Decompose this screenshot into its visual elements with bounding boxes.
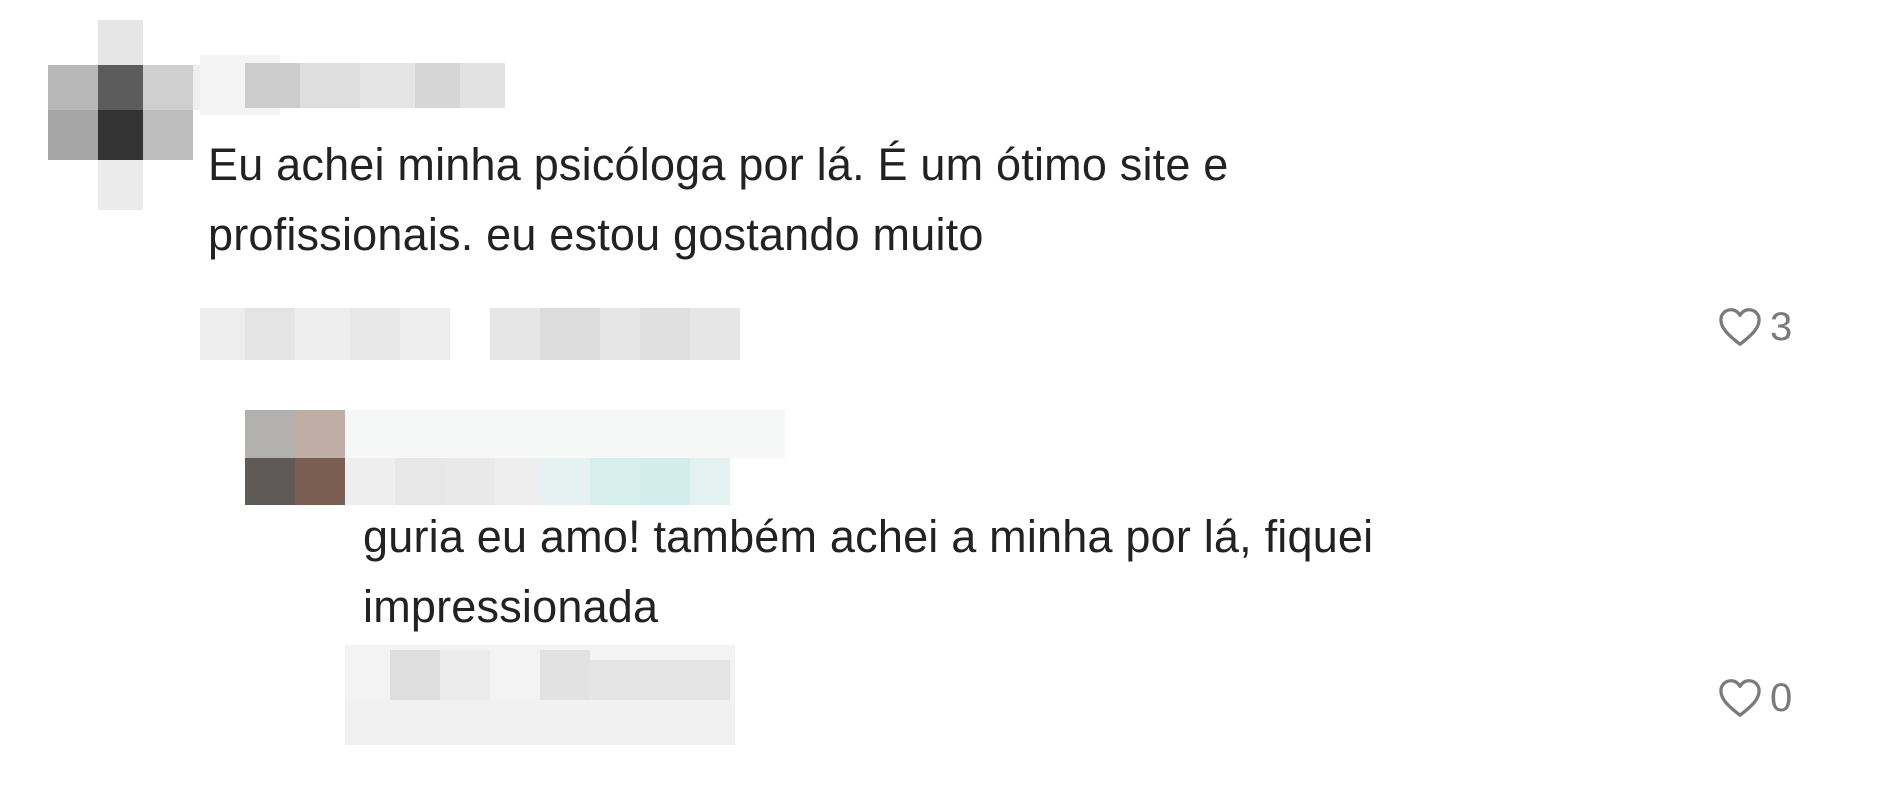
like-button[interactable]: 0 [1718,678,1792,718]
comment-text-line: guria eu amo! também achei a minha por l… [363,511,1374,562]
heart-icon[interactable] [1718,307,1762,347]
like-count: 0 [1770,676,1793,720]
like-button[interactable]: 3 [1718,307,1792,347]
comment-text-line: impressionada [363,581,659,632]
username[interactable] [345,410,785,505]
comment-text: guria eu amo! também achei a minha por l… [363,502,1373,642]
heart-icon[interactable] [1718,678,1762,718]
avatar[interactable] [48,20,213,210]
comment-meta[interactable] [345,645,885,745]
avatar[interactable] [245,410,345,505]
comment-text-line: profissionais. eu estou gostando muito [208,209,984,260]
comment-text-line: Eu achei minha psicóloga por lá. É um ót… [208,139,1229,190]
username[interactable] [200,55,520,115]
like-count: 3 [1770,305,1793,349]
comment-text: Eu achei minha psicóloga por lá. É um ót… [208,130,1229,270]
comment-meta[interactable] [200,308,740,360]
